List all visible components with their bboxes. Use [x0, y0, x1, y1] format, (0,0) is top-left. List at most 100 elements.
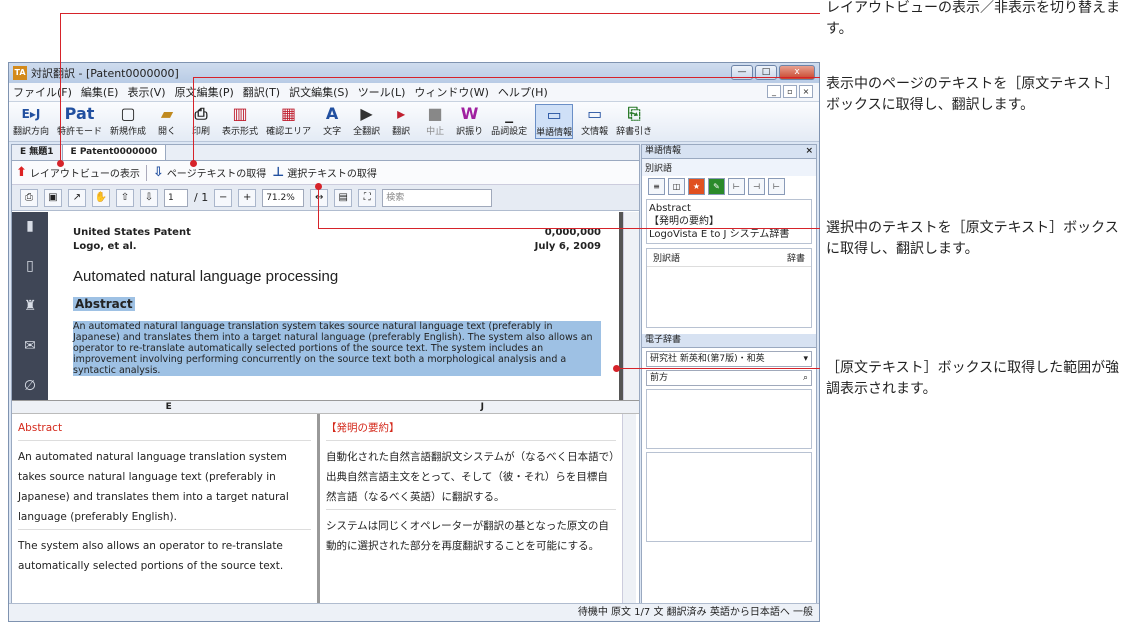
menu-view[interactable]: 表示(V) — [127, 84, 165, 100]
translate-icon: ▸ — [397, 104, 406, 123]
font-button[interactable]: A 文字 — [319, 104, 345, 137]
sentence-info-button[interactable]: ▭ 文情報 — [581, 104, 608, 137]
print-icon[interactable]: ⎙ — [20, 188, 38, 207]
stop-button[interactable]: ■ 中止 — [422, 104, 448, 137]
layout-scrollbar[interactable] — [623, 212, 639, 400]
zoom-select[interactable]: 71.2% — [262, 188, 305, 207]
mdi-controls: _ ▫ × — [767, 85, 813, 98]
fullscreen-icon[interactable]: ⛶ — [358, 188, 377, 207]
pos-setting-label: 品詞設定 — [491, 127, 528, 137]
find-icon[interactable]: ♜ — [24, 298, 37, 314]
word-info-button[interactable]: ▭ 単語情報 — [535, 104, 574, 139]
binoculars-icon[interactable]: ⌕ — [803, 371, 808, 385]
page-text-button[interactable]: ⇩ ページテキストの取得 — [153, 165, 266, 180]
word-entry-box: Abstract 【発明の要約】 LogoVista E to J システム辞書 — [646, 199, 812, 244]
direction-button[interactable]: E▸J 翻訳方向 — [13, 104, 49, 137]
new-button[interactable]: ▢ 新規作成 — [110, 104, 146, 137]
display-format-button[interactable]: ▥ 表示形式 — [222, 104, 258, 137]
menu-help[interactable]: ヘルプ(H) — [498, 84, 548, 100]
furigana-button[interactable]: W 訳振り — [456, 104, 483, 137]
menu-file[interactable]: ファイル(F) — [13, 84, 72, 100]
grid-scrollbar[interactable] — [622, 414, 636, 620]
menu-tools[interactable]: ツール(L) — [358, 84, 406, 100]
mdi-restore-button[interactable]: ▫ — [783, 85, 797, 98]
match-select[interactable]: 前方 ⌕ — [646, 370, 812, 386]
furigana-label: 訳振り — [456, 127, 484, 137]
source-row[interactable]: An automated natural language translatio… — [18, 447, 311, 530]
pos-setting-button[interactable]: _ 品詞設定 — [491, 104, 527, 137]
callout-layout-toggle: レイアウトビューの表示／非表示を切り替えます。 — [826, 0, 1120, 37]
slider-left-icon[interactable]: ⊢ — [728, 178, 745, 195]
alt-translation-list[interactable]: 別訳語 辞書 — [646, 248, 812, 328]
new-label: 新規作成 — [110, 127, 147, 137]
attachment-icon[interactable]: ∅ — [24, 378, 36, 394]
select-text-button[interactable]: ⊥ 選択テキストの取得 — [272, 165, 377, 180]
bookmarks-icon[interactable]: ▯ — [26, 258, 34, 274]
menu-source-edit[interactable]: 原文編集(P) — [175, 84, 234, 100]
edit-icon[interactable]: ✎ — [708, 178, 725, 195]
column-e-header: E — [165, 402, 172, 412]
translate-all-button[interactable]: ▶ 全翻訳 — [353, 104, 380, 137]
target-row[interactable]: 自動化された自然言語翻訳文システムが（なるべく日本語で）出典自然言語主文をとって… — [326, 447, 616, 510]
edict-result — [646, 452, 812, 542]
zoom-out-icon[interactable]: − — [214, 188, 233, 207]
menu-target-edit[interactable]: 訳文編集(S) — [289, 84, 349, 100]
mdi-close-button[interactable]: × — [799, 85, 813, 98]
callout-line-4 — [617, 368, 820, 369]
confirm-area-label: 確認エリア — [266, 127, 312, 137]
tab-untitled[interactable]: E 無題1 — [12, 145, 63, 160]
lookup-icon[interactable]: ◫ — [668, 178, 685, 195]
export-icon[interactable]: ↗ — [68, 188, 86, 207]
next-page-icon[interactable]: ⇩ — [140, 188, 158, 207]
callout-line-2 — [193, 77, 820, 78]
hand-tool-icon[interactable]: ✋ — [92, 188, 110, 207]
abstract-text[interactable]: An automated natural language translatio… — [73, 321, 601, 376]
save-icon[interactable]: ▣ — [44, 188, 62, 207]
split-icon[interactable]: ≡ — [648, 178, 665, 195]
entry-word: Abstract — [649, 203, 691, 214]
fit-width-icon[interactable]: ↔ — [310, 188, 329, 207]
mdi-minimize-button[interactable]: _ — [767, 85, 781, 98]
comments-icon[interactable]: ✉ — [24, 338, 36, 354]
register-icon[interactable]: ★ — [688, 178, 705, 195]
target-row[interactable]: システムは同じくオペレーターが翻訳の基となった原文の自動的に選択された部分を再度… — [326, 516, 616, 556]
tab-patent[interactable]: E Patent0000000 — [62, 145, 167, 160]
target-row[interactable]: 【発明の要約】 — [326, 418, 616, 441]
alt-col-dict: 辞書 — [786, 254, 805, 264]
abstract-heading: Abstract — [73, 297, 135, 311]
translate-button[interactable]: ▸ 翻訳 — [388, 104, 414, 137]
menu-edit[interactable]: 編集(E) — [81, 84, 119, 100]
document-tabs: E 無題1 E Patent0000000 — [12, 145, 639, 161]
source-row[interactable]: Abstract — [18, 418, 311, 441]
patent-mode-button[interactable]: Pat 特許モード — [57, 104, 102, 137]
open-button[interactable]: ▰ 開く — [154, 104, 180, 137]
page-number-input[interactable]: 1 — [164, 188, 188, 207]
app-icon: TA — [13, 66, 27, 80]
callout-line-1 — [60, 13, 820, 14]
slider-mid-icon[interactable]: ⊣ — [748, 178, 765, 195]
menu-window[interactable]: ウィンドウ(W) — [414, 84, 488, 100]
source-column: Abstract An automated natural language t… — [12, 414, 317, 620]
panel-close-button[interactable]: × — [805, 145, 813, 158]
select-text-label: 選択テキストの取得 — [287, 169, 377, 180]
layout-view-button[interactable]: ⬆ レイアウトビューの表示 — [16, 165, 140, 180]
dictionary-lookup-button[interactable]: ⎘ 辞書引き — [616, 104, 652, 137]
confirm-area-button[interactable]: ▦ 確認エリア — [266, 104, 311, 137]
entry-translation: 【発明の要約】 — [649, 216, 719, 227]
edict-input[interactable] — [646, 389, 812, 449]
chevron-down-icon: ▾ — [803, 354, 808, 364]
print-button[interactable]: ⎙ 印刷 — [188, 104, 214, 137]
column-j-header: J — [480, 402, 484, 412]
status-bar: 待機中 原文 1/7 文 翻訳済み 英語から日本語へ 一般 — [9, 603, 819, 621]
search-input[interactable]: 検索 — [382, 188, 493, 207]
source-row[interactable]: The system also allows an operator to re… — [18, 536, 311, 576]
edict-select[interactable]: 研究社 新英和(第7版)・和英 ▾ — [646, 351, 812, 367]
slider-right-icon[interactable]: ⊢ — [768, 178, 785, 195]
prev-page-icon[interactable]: ⇧ — [116, 188, 134, 207]
menu-translate[interactable]: 翻訳(T) — [243, 84, 280, 100]
edict-header: 電子辞書 — [642, 334, 816, 348]
zoom-in-icon[interactable]: + — [238, 188, 257, 207]
pages-icon[interactable]: ▮ — [26, 218, 34, 234]
fit-page-icon[interactable]: ▤ — [334, 188, 353, 207]
entry-dictionary: LogoVista E to J システム辞書 — [649, 229, 790, 240]
